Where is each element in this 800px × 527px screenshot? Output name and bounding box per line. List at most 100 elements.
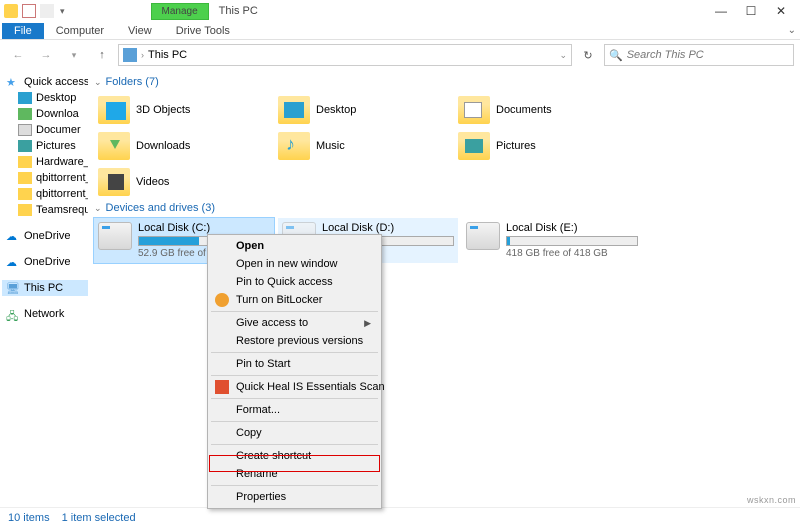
- search-box[interactable]: 🔍: [604, 44, 794, 66]
- folder-downloads[interactable]: Downloads: [94, 128, 274, 164]
- section-drives[interactable]: ⌄Devices and drives (3): [90, 200, 800, 218]
- window-title: This PC: [219, 5, 258, 17]
- documents-icon: [18, 124, 32, 136]
- separator: [211, 352, 378, 353]
- file-tab[interactable]: File: [2, 23, 44, 39]
- sidebar-item-qbittorrent1[interactable]: qbittorrent_t: [2, 170, 88, 186]
- folder-icon: [18, 172, 32, 184]
- pictures-icon: [458, 132, 490, 160]
- sidebar-item-desktop[interactable]: Desktop: [2, 90, 88, 106]
- downloads-icon: [18, 108, 32, 120]
- watermark: wskxn.com: [747, 495, 796, 505]
- manage-tab[interactable]: Manage: [151, 3, 209, 20]
- properties-qat-icon[interactable]: [22, 4, 36, 18]
- refresh-button[interactable]: ↻: [576, 43, 600, 67]
- qat-dropdown-icon[interactable]: ▾: [60, 6, 65, 17]
- ribbon-collapse-icon[interactable]: ⌄: [788, 25, 796, 36]
- separator: [211, 311, 378, 312]
- tab-drive-tools[interactable]: Drive Tools: [164, 23, 242, 39]
- sidebar-item-pictures[interactable]: Pictures: [2, 138, 88, 154]
- folder-desktop[interactable]: Desktop: [274, 92, 454, 128]
- folder-icon: [18, 204, 32, 216]
- chevron-down-icon[interactable]: ⌄: [94, 203, 102, 214]
- recent-dropdown-icon[interactable]: ▾: [62, 43, 86, 67]
- quickheal-icon: [215, 380, 229, 394]
- sidebar-item-qbittorrent2[interactable]: qbittorrent_t: [2, 186, 88, 202]
- app-icon: [4, 4, 18, 18]
- videos-icon: [98, 168, 130, 196]
- folder-3d-objects[interactable]: 3D Objects: [94, 92, 274, 128]
- tab-view[interactable]: View: [116, 23, 164, 39]
- separator: [211, 375, 378, 376]
- sidebar-item-hardware[interactable]: Hardware_fi: [2, 154, 88, 170]
- pictures-icon: [18, 140, 32, 152]
- ctx-rename[interactable]: Rename: [210, 465, 379, 483]
- forward-button[interactable]: →: [34, 43, 58, 67]
- chevron-down-icon[interactable]: ⌄: [94, 77, 102, 88]
- close-button[interactable]: ✕: [766, 1, 796, 21]
- section-folders[interactable]: ⌄Folders (7): [90, 74, 800, 92]
- sidebar-quick-access[interactable]: ★Quick access: [2, 74, 88, 90]
- ctx-bitlocker[interactable]: Turn on BitLocker: [210, 291, 379, 309]
- network-icon: 🖧: [6, 308, 20, 320]
- 3d-objects-icon: [98, 96, 130, 124]
- nav-pane: ★Quick access Desktop Downloa Documer Pi…: [0, 70, 90, 507]
- addr-dropdown-icon[interactable]: ⌄: [559, 50, 567, 61]
- drive-label: Local Disk (D:): [322, 222, 454, 234]
- chevron-right-icon[interactable]: ›: [141, 50, 144, 60]
- drive-e[interactable]: Local Disk (E:) 418 GB free of 418 GB: [462, 218, 642, 263]
- ribbon: File Computer View Drive Tools ⌄: [0, 22, 800, 40]
- tab-computer[interactable]: Computer: [44, 23, 116, 39]
- cloud-icon: ☁: [6, 256, 20, 268]
- folder-documents[interactable]: Documents: [454, 92, 634, 128]
- minimize-button[interactable]: —: [706, 1, 736, 21]
- folder-music[interactable]: Music: [274, 128, 454, 164]
- pc-icon: 🖥: [6, 282, 20, 294]
- folder-icon: [18, 188, 32, 200]
- ctx-give-access[interactable]: Give access to▶: [210, 314, 379, 332]
- address-row: ← → ▾ ↑ › This PC ⌄ ↻ 🔍: [0, 40, 800, 70]
- drive-usage-bar: [506, 236, 638, 246]
- status-bar: 10 items 1 item selected: [0, 507, 800, 527]
- sidebar-onedrive1[interactable]: ☁OneDrive: [2, 228, 88, 244]
- downloads-icon: [98, 132, 130, 160]
- up-button[interactable]: ↑: [90, 43, 114, 67]
- ctx-pin-start[interactable]: Pin to Start: [210, 355, 379, 373]
- qat: ▾: [4, 4, 65, 18]
- content-pane: ⌄Folders (7) 3D Objects Desktop Document…: [90, 70, 800, 507]
- drive-icon: [98, 222, 132, 250]
- breadcrumb[interactable]: This PC: [148, 49, 187, 61]
- ctx-pin-quick-access[interactable]: Pin to Quick access: [210, 273, 379, 291]
- ctx-quickheal[interactable]: Quick Heal IS Essentials Scan: [210, 378, 379, 396]
- new-folder-qat-icon[interactable]: [40, 4, 54, 18]
- address-bar[interactable]: › This PC ⌄: [118, 44, 572, 66]
- search-input[interactable]: [627, 49, 789, 61]
- drive-free-text: 418 GB free of 418 GB: [506, 248, 638, 259]
- sidebar-onedrive2[interactable]: ☁OneDrive: [2, 254, 88, 270]
- drive-label: Local Disk (C:): [138, 222, 270, 234]
- folder-pictures[interactable]: Pictures: [454, 128, 634, 164]
- ctx-properties[interactable]: Properties: [210, 488, 379, 506]
- maximize-button[interactable]: ☐: [736, 1, 766, 21]
- search-icon: 🔍: [609, 49, 623, 62]
- back-button[interactable]: ←: [6, 43, 30, 67]
- drive-icon: [466, 222, 500, 250]
- ctx-copy[interactable]: Copy: [210, 424, 379, 442]
- status-item-count: 10 items: [8, 512, 50, 524]
- ctx-create-shortcut[interactable]: Create shortcut: [210, 447, 379, 465]
- sidebar-this-pc[interactable]: 🖥This PC: [2, 280, 88, 296]
- ctx-open-new-window[interactable]: Open in new window: [210, 255, 379, 273]
- ctx-format[interactable]: Format...: [210, 401, 379, 419]
- folder-videos[interactable]: Videos: [94, 164, 274, 200]
- sidebar-item-teams[interactable]: Teamsrequire: [2, 202, 88, 218]
- separator: [211, 485, 378, 486]
- ctx-restore-versions[interactable]: Restore previous versions: [210, 332, 379, 350]
- drive-label: Local Disk (E:): [506, 222, 638, 234]
- sidebar-item-documents[interactable]: Documer: [2, 122, 88, 138]
- folder-icon: [18, 156, 32, 168]
- sidebar-network[interactable]: 🖧Network: [2, 306, 88, 322]
- sidebar-item-downloads[interactable]: Downloa: [2, 106, 88, 122]
- ctx-open[interactable]: Open: [210, 237, 379, 255]
- desktop-icon: [18, 92, 32, 104]
- documents-icon: [458, 96, 490, 124]
